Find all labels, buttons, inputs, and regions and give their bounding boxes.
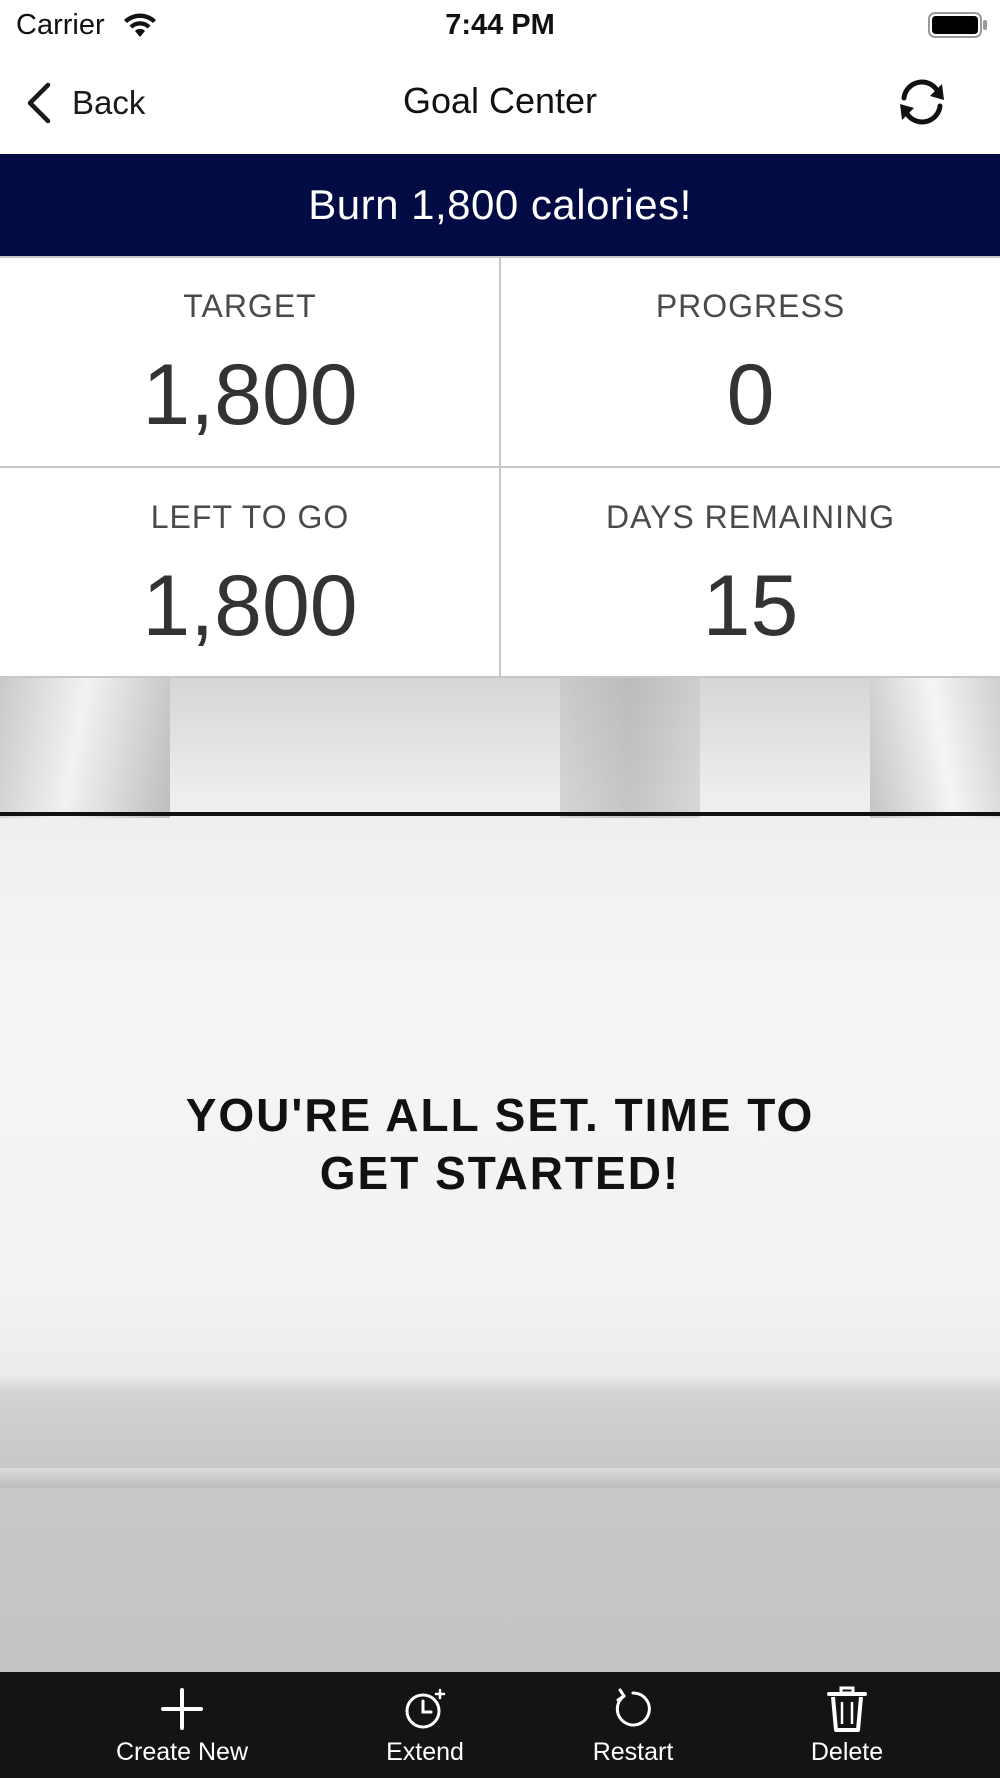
restart-icon <box>615 1688 651 1727</box>
navigation-bar: Back Goal Center <box>0 50 1000 154</box>
stat-value: 0 <box>726 347 775 443</box>
stat-days-remaining: DAYS REMAINING 15 <box>501 469 1000 679</box>
stat-progress: PROGRESS 0 <box>501 258 1000 468</box>
hero-shadow <box>560 678 700 818</box>
grid-divider-vertical <box>499 258 501 678</box>
stat-left-to-go: LEFT TO GO 1,800 <box>0 469 500 679</box>
trash-icon <box>827 1686 867 1732</box>
goal-banner: Burn 1,800 calories! <box>0 154 1000 256</box>
page-title: Goal Center <box>402 80 598 121</box>
hero-floor-edge <box>0 1468 1000 1488</box>
bottom-toolbar: Create New Extend Restart Delete <box>0 1672 1000 1778</box>
extend-button[interactable]: Extend <box>335 1672 515 1778</box>
clock-plus-icon <box>405 1688 446 1729</box>
stat-label: DAYS REMAINING <box>606 499 895 535</box>
refresh-icon[interactable] <box>894 76 950 128</box>
stat-label: PROGRESS <box>655 288 846 324</box>
stat-label: LEFT TO GO <box>150 499 350 535</box>
delete-label: Delete <box>810 1738 884 1766</box>
stat-value: 15 <box>702 558 799 654</box>
status-bar: Carrier 7:44 PM <box>0 0 1000 50</box>
restart-label: Restart <box>592 1738 674 1766</box>
delete-button[interactable]: Delete <box>757 1672 937 1778</box>
battery-icon <box>928 12 987 38</box>
stat-value: 1,800 <box>142 558 358 654</box>
stat-target: TARGET 1,800 <box>0 258 500 468</box>
stats-grid: TARGET 1,800 PROGRESS 0 LEFT TO GO 1,800… <box>0 256 1000 678</box>
create-new-label: Create New <box>116 1738 248 1766</box>
hero-highlight <box>0 678 170 818</box>
stat-value: 1,800 <box>142 347 358 443</box>
goal-banner-text: Burn 1,800 calories! <box>308 181 692 228</box>
create-new-button[interactable]: Create New <box>92 1672 272 1778</box>
extend-label: Extend <box>386 1738 464 1766</box>
hero-message: YOU'RE ALL SET. TIME TO GET STARTED! <box>185 1089 815 1199</box>
hero-background-image: YOU'RE ALL SET. TIME TO GET STARTED! <box>0 678 1000 1672</box>
hero-highlight <box>870 678 1000 818</box>
hero-divider-line <box>0 812 1000 816</box>
plus-icon <box>161 1688 203 1730</box>
grid-divider-horizontal <box>0 466 1000 468</box>
restart-button[interactable]: Restart <box>543 1672 723 1778</box>
stat-label: TARGET <box>183 288 317 324</box>
status-time: 7:44 PM <box>445 9 555 41</box>
